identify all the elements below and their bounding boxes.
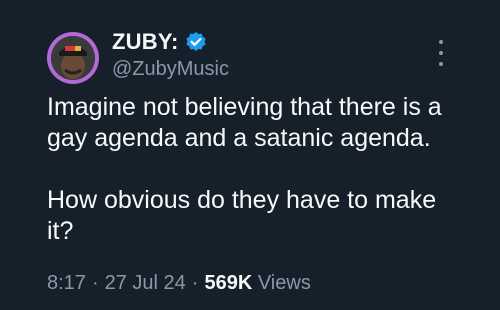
- meta-separator: ·: [91, 272, 99, 294]
- author-name-row: ZUBY:: [112, 29, 207, 55]
- more-dot: [439, 62, 443, 66]
- tweet-paragraph-1: Imagine not believing that there is a ga…: [47, 93, 442, 152]
- user-avatar-icon: [51, 36, 95, 80]
- more-dot: [439, 51, 443, 55]
- tweet-meta: 8:17 · 27 Jul 24 · 569K Views: [47, 272, 311, 295]
- tweet-body: Imagine not believing that there is a ga…: [47, 92, 467, 247]
- more-options-icon[interactable]: [434, 40, 448, 66]
- author-display-name[interactable]: ZUBY:: [112, 29, 179, 55]
- author-handle[interactable]: @ZubyMusic: [112, 58, 229, 81]
- tweet-time[interactable]: 8:17: [47, 272, 86, 294]
- views-label: Views: [257, 272, 311, 294]
- tweet-paragraph-2: How obvious do they have to make it?: [47, 186, 437, 245]
- verified-badge-icon[interactable]: [185, 31, 207, 53]
- views-count: 569K: [204, 272, 253, 294]
- meta-separator: ·: [191, 272, 199, 294]
- more-dot: [439, 40, 443, 44]
- tweet-date[interactable]: 27 Jul 24: [105, 272, 186, 294]
- avatar[interactable]: [47, 32, 99, 84]
